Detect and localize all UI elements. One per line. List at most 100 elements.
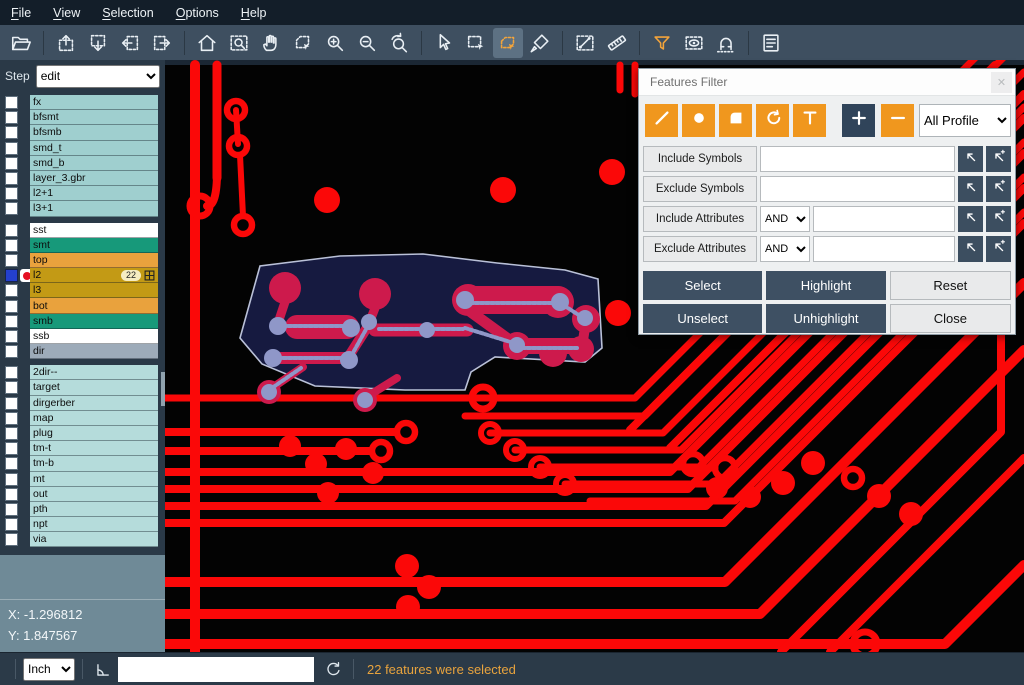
include-attributes-input[interactable] — [813, 206, 955, 232]
view-options-button[interactable] — [679, 28, 709, 58]
layer-checkbox-dir[interactable] — [5, 345, 18, 358]
layer-checkbox-bfsmt[interactable] — [5, 111, 18, 124]
layer-checkbox-smb[interactable] — [5, 315, 18, 328]
select-button[interactable]: Select — [643, 271, 762, 300]
layer-name-chip[interactable]: bfsmb — [30, 125, 158, 140]
dialog-titlebar[interactable]: Features Filter ✕ — [639, 69, 1015, 96]
include-attributes-button[interactable]: Include Attributes — [643, 206, 757, 232]
layer-checkbox-l2+1[interactable] — [5, 187, 18, 200]
pick-from-canvas-button[interactable] — [958, 176, 983, 202]
pick-add-from-canvas-button[interactable] — [986, 236, 1011, 262]
text-feature-button[interactable] — [793, 104, 826, 137]
layer-checkbox-map[interactable] — [5, 412, 18, 425]
layer-name-chip[interactable]: smd_b — [30, 156, 158, 171]
menu-file[interactable]: File — [0, 0, 42, 25]
layer-checkbox-bfsmb[interactable] — [5, 126, 18, 139]
layer-name-chip[interactable]: tm-b — [30, 456, 158, 471]
menu-help[interactable]: Help — [230, 0, 278, 25]
layer-name-chip[interactable]: tm-t — [30, 441, 158, 456]
layer-checkbox-out[interactable] — [5, 488, 18, 501]
layer-checkbox-bot[interactable] — [5, 300, 18, 313]
unit-select[interactable]: Inch — [23, 658, 75, 681]
layer-name-chip[interactable]: l2+1 — [30, 186, 158, 201]
surface-feature-button[interactable] — [719, 104, 752, 137]
arc-feature-button[interactable] — [756, 104, 789, 137]
layer-checkbox-via[interactable] — [5, 533, 18, 546]
pick-from-canvas-button[interactable] — [958, 146, 983, 172]
layers-panel-button[interactable] — [756, 28, 786, 58]
layer-name-chip[interactable]: layer_3.gbr — [30, 171, 158, 186]
layer-checkbox-l3[interactable] — [5, 284, 18, 297]
add-feature-type-button[interactable] — [842, 104, 875, 137]
exclude-attributes-button[interactable]: Exclude Attributes — [643, 236, 757, 262]
measure-distance-button[interactable] — [570, 28, 600, 58]
zoom-out-button[interactable] — [352, 28, 382, 58]
layer-checkbox-target[interactable] — [5, 381, 18, 394]
features-filter-button[interactable] — [647, 28, 677, 58]
layer-checkbox-top[interactable] — [5, 254, 18, 267]
grid-icon[interactable] — [144, 270, 155, 281]
layer-name-chip[interactable]: map — [30, 411, 158, 426]
layer-checkbox-l2[interactable] — [5, 269, 18, 282]
layer-checkbox-mt[interactable] — [5, 473, 18, 486]
command-input[interactable] — [118, 657, 314, 682]
layer-checkbox-tm-b[interactable] — [5, 457, 18, 470]
exclude-symbols-button[interactable]: Exclude Symbols — [643, 176, 757, 202]
exclude-symbols-input[interactable] — [760, 176, 955, 202]
layer-name-chip[interactable]: target — [30, 380, 158, 395]
close-button[interactable]: Close — [890, 304, 1011, 333]
include-symbols-input[interactable] — [760, 146, 955, 172]
include-attributes-operator-select[interactable]: AND — [760, 206, 810, 232]
zoom-in-button[interactable] — [320, 28, 350, 58]
layer-checkbox-tm-t[interactable] — [5, 442, 18, 455]
unselect-button[interactable]: Unselect — [643, 304, 762, 333]
include-symbols-button[interactable]: Include Symbols — [643, 146, 757, 172]
layer-name-chip[interactable]: smd_t — [30, 141, 158, 156]
layer-checkbox-2dir--[interactable] — [5, 366, 18, 379]
layer-name-chip[interactable]: sst — [30, 223, 158, 238]
pick-add-from-canvas-button[interactable] — [986, 176, 1011, 202]
pan-right-button[interactable] — [147, 28, 177, 58]
home-view-button[interactable] — [192, 28, 222, 58]
select-rect-button[interactable] — [461, 28, 491, 58]
angle-measure-icon[interactable] — [90, 656, 116, 682]
open-folder-button[interactable] — [6, 28, 36, 58]
layer-name-chip[interactable]: dir — [30, 344, 158, 359]
layer-name-chip[interactable]: top — [30, 253, 158, 268]
layer-name-chip[interactable]: smb — [30, 314, 158, 329]
select-arrow-button[interactable] — [429, 28, 459, 58]
layer-name-chip[interactable]: fx — [30, 95, 158, 110]
refresh-icon[interactable] — [320, 656, 346, 682]
layer-checkbox-npt[interactable] — [5, 518, 18, 531]
layer-checkbox-smd_b[interactable] — [5, 157, 18, 170]
unhighlight-button[interactable]: Unhighlight — [766, 304, 885, 333]
pick-add-from-canvas-button[interactable] — [986, 146, 1011, 172]
pick-from-canvas-button[interactable] — [958, 206, 983, 232]
layer-name-chip[interactable]: npt — [30, 517, 158, 532]
layer-name-chip[interactable]: plug — [30, 426, 158, 441]
layer-name-chip[interactable]: l222 — [30, 268, 158, 283]
layer-checkbox-plug[interactable] — [5, 427, 18, 440]
pan-down-button[interactable] — [83, 28, 113, 58]
layer-name-chip[interactable]: 2dir-- — [30, 365, 158, 380]
layer-name-chip[interactable]: l3+1 — [30, 201, 158, 216]
layer-name-chip[interactable]: mt — [30, 472, 158, 487]
layer-name-chip[interactable]: bot — [30, 298, 158, 313]
layer-name-chip[interactable]: pth — [30, 502, 158, 517]
remove-feature-type-button[interactable] — [881, 104, 914, 137]
layer-name-chip[interactable]: dirgerber — [30, 396, 158, 411]
profile-select[interactable]: All Profile — [919, 104, 1011, 137]
pick-add-from-canvas-button[interactable] — [986, 206, 1011, 232]
line-feature-button[interactable] — [645, 104, 678, 137]
pan-left-button[interactable] — [115, 28, 145, 58]
menu-selection[interactable]: Selection — [91, 0, 164, 25]
zoom-previous-button[interactable] — [384, 28, 414, 58]
layer-checkbox-fx[interactable] — [5, 96, 18, 109]
reset-button[interactable]: Reset — [890, 271, 1011, 300]
step-select[interactable]: edit — [36, 65, 160, 88]
select-polygon-button[interactable] — [493, 28, 523, 58]
exclude-attributes-operator-select[interactable]: AND — [760, 236, 810, 262]
layer-checkbox-l3+1[interactable] — [5, 202, 18, 215]
paint-brush-button[interactable] — [525, 28, 555, 58]
layer-name-chip[interactable]: out — [30, 487, 158, 502]
